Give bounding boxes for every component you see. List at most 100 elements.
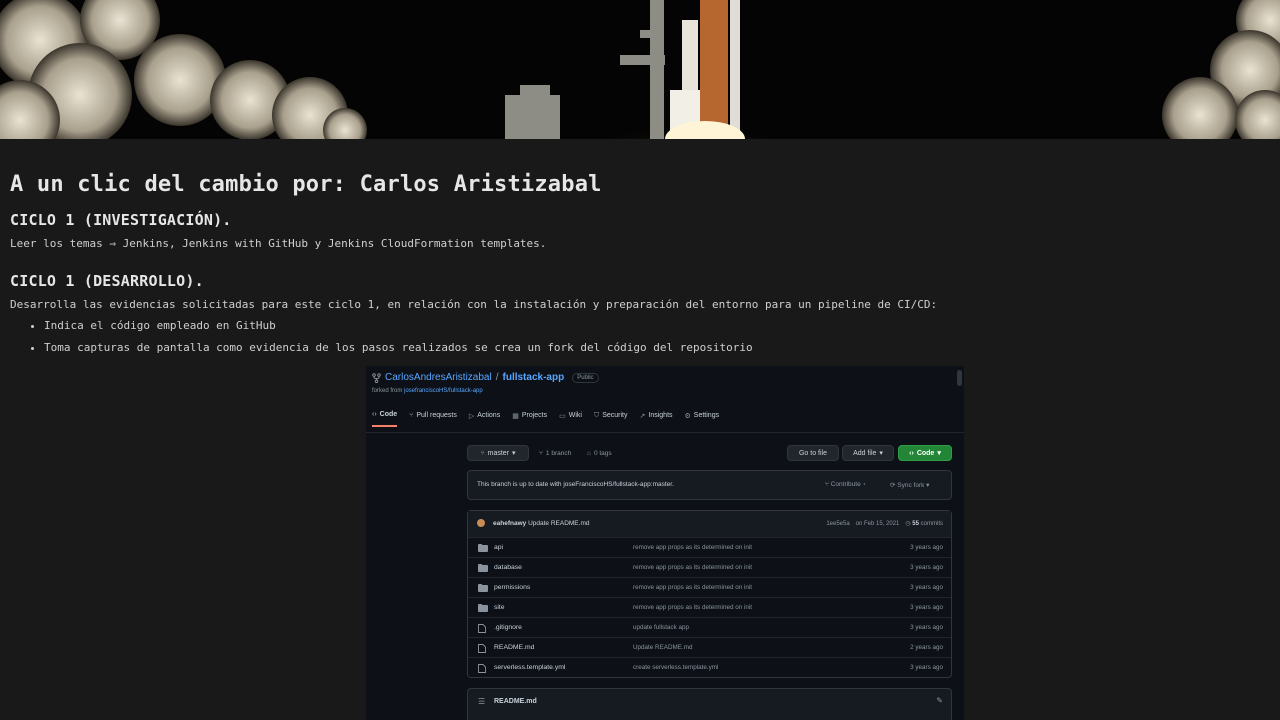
section-text-investigacion: Leer los temas ⇒ Jenkins, Jenkins with G… <box>10 237 547 250</box>
tab-wiki[interactable]: ▭ Wiki <box>559 411 582 427</box>
commit-age: 3 years ago <box>910 564 943 571</box>
tab-actions[interactable]: ▷ Actions <box>469 411 500 427</box>
file-icon <box>478 644 486 653</box>
file-name-link[interactable]: site <box>494 604 505 611</box>
button-label: Sync fork <box>897 482 925 489</box>
pull-request-icon: ⑂ <box>409 412 414 419</box>
repo-header: CarlosAndresAristizabal / fullstack-app … <box>372 372 599 383</box>
file-name-link[interactable]: README.md <box>494 644 534 651</box>
button-label: Add file <box>853 449 877 457</box>
commit-age: 3 years ago <box>910 544 943 551</box>
commit-meta: 1ee5e5a on Feb 15, 2021 ◷ 55 commits <box>826 520 943 528</box>
commit-summary: eahefnawy Update README.md <box>493 520 589 527</box>
tab-security[interactable]: ⛉ Security <box>594 411 628 427</box>
avatar[interactable] <box>477 519 485 527</box>
commit-message-link[interactable]: Update README.md <box>633 644 693 651</box>
play-icon: ▷ <box>468 412 475 420</box>
tags-count: 0 tags <box>593 450 612 457</box>
commit-date: on Feb 15, 2021 <box>855 520 900 527</box>
cover-image <box>0 0 1280 139</box>
sync-icon: ⟳ <box>890 482 896 489</box>
file-name-link[interactable]: serverless.template.yml <box>494 664 565 671</box>
commit-message-link[interactable]: remove app props as its determined on in… <box>633 584 752 591</box>
file-name-link[interactable]: api <box>494 544 503 551</box>
forked-from-link[interactable]: josefranciscoHS/fullstack-app <box>404 388 483 394</box>
tab-label: Actions <box>477 412 501 419</box>
contribute-button[interactable]: ⑂ Contribute ▾ <box>825 481 866 488</box>
chevron-down-icon: ▾ <box>937 450 941 457</box>
table-row[interactable]: README.md Update README.md 2 years ago <box>468 637 951 658</box>
commit-message-link[interactable]: remove app props as its determined on in… <box>633 564 752 571</box>
add-file-button[interactable]: Add file ▾ <box>842 445 894 461</box>
gear-icon: ⚙ <box>684 412 691 420</box>
tab-pull-requests[interactable]: ⑂ Pull requests <box>409 411 457 427</box>
visibility-badge: Public <box>572 372 599 383</box>
folder-icon <box>478 584 488 592</box>
chevron-down-icon: ▾ <box>879 450 883 457</box>
tab-label: Projects <box>521 412 548 419</box>
repo-owner-link[interactable]: CarlosAndresAristizabal <box>385 372 492 383</box>
github-screenshot: CarlosAndresAristizabal / fullstack-app … <box>366 366 964 720</box>
repo-separator: / <box>495 372 499 383</box>
table-row[interactable]: database remove app props as its determin… <box>468 557 951 578</box>
section-text-desarrollo: Desarrolla las evidencias solicitadas pa… <box>10 298 938 311</box>
folder-icon <box>478 564 488 572</box>
folder-icon <box>478 544 488 552</box>
table-row[interactable]: serverless.template.yml create serverless… <box>468 657 951 678</box>
file-list: eahefnawy Update README.md 1ee5e5a on Fe… <box>467 510 952 678</box>
file-name-link[interactable]: permissions <box>494 584 530 591</box>
chevron-down-icon: ▾ <box>512 450 516 457</box>
file-icon <box>478 664 486 673</box>
tab-label: Security <box>602 412 628 419</box>
go-to-file-button[interactable]: Go to file <box>787 445 839 461</box>
tags-link[interactable]: ⌂ 0 tags <box>587 450 612 457</box>
code-icon: ‹› <box>909 449 914 457</box>
table-row[interactable]: site remove app props as its determined o… <box>468 597 951 618</box>
tab-code[interactable]: ‹› Code <box>372 411 398 427</box>
repo-tabs: ‹› Code ⑂ Pull requests ▷ Actions ▦ Projects… <box>372 411 719 427</box>
table-icon: ▦ <box>512 412 519 420</box>
commits-link[interactable]: ◷ 55 commits <box>905 520 943 527</box>
tab-settings[interactable]: ⚙ Settings <box>685 411 720 427</box>
scrollbar[interactable] <box>957 370 962 386</box>
commit-message-link[interactable]: create serverless.template.yml <box>633 664 718 671</box>
repo-name-link[interactable]: fullstack-app <box>503 372 565 383</box>
file-icon <box>478 624 486 633</box>
list-item: Toma capturas de pantalla como evidencia… <box>44 341 1270 354</box>
forked-from-text: forked from josefranciscoHS/fullstack-ap… <box>372 388 483 394</box>
code-button[interactable]: ‹› Code ▾ <box>898 445 952 461</box>
commit-author[interactable]: eahefnawy <box>493 520 526 527</box>
page-title: A un clic del cambio por: Carlos Aristiz… <box>10 172 602 197</box>
branch-icon: ⑂ <box>480 449 485 457</box>
sync-fork-button[interactable]: ⟳ Sync fork ▾ <box>890 481 929 489</box>
list-icon[interactable]: ☰ <box>478 697 485 706</box>
branch-status-text: This branch is up to date with joseFranc… <box>477 481 674 488</box>
file-name-link[interactable]: .gitignore <box>494 624 522 631</box>
commit-message[interactable]: Update README.md <box>528 520 589 527</box>
branch-icon: ⑂ <box>539 450 543 457</box>
readme-title: README.md <box>494 698 537 705</box>
pencil-icon[interactable]: ✎ <box>936 696 943 705</box>
branch-name: master <box>487 449 510 457</box>
branch-select-button[interactable]: ⑂ master ▾ <box>467 445 529 461</box>
table-row[interactable]: api remove app props as its determined on… <box>468 537 951 558</box>
forked-prefix: forked from <box>372 388 405 394</box>
commit-message-link[interactable]: update fullstack app <box>633 624 689 631</box>
file-name-link[interactable]: database <box>494 564 522 571</box>
tab-insights[interactable]: ↗ Insights <box>640 411 673 427</box>
tab-projects[interactable]: ▦ Projects <box>512 411 547 427</box>
commit-hash[interactable]: 1ee5e5a <box>826 521 849 527</box>
tab-label: Pull requests <box>416 412 457 419</box>
section-heading-desarrollo: CICLO 1 (DESARROLLO). <box>10 272 204 290</box>
shield-icon: ⛉ <box>593 411 600 419</box>
list-item: Indica el código empleado en GitHub <box>44 319 1270 332</box>
commit-age: 3 years ago <box>910 604 943 611</box>
table-row[interactable]: .gitignore update fullstack app 3 years ag… <box>468 617 951 638</box>
commits-count: 55 <box>912 521 919 527</box>
repo-forked-icon <box>372 372 381 383</box>
commit-message-link[interactable]: remove app props as its determined on in… <box>633 544 752 551</box>
table-row[interactable]: permissions remove app props as its deter… <box>468 577 951 598</box>
branches-link[interactable]: ⑂ 1 branch <box>539 450 571 457</box>
commit-message-link[interactable]: remove app props as its determined on in… <box>633 604 752 611</box>
commits-label: commits <box>920 521 943 527</box>
